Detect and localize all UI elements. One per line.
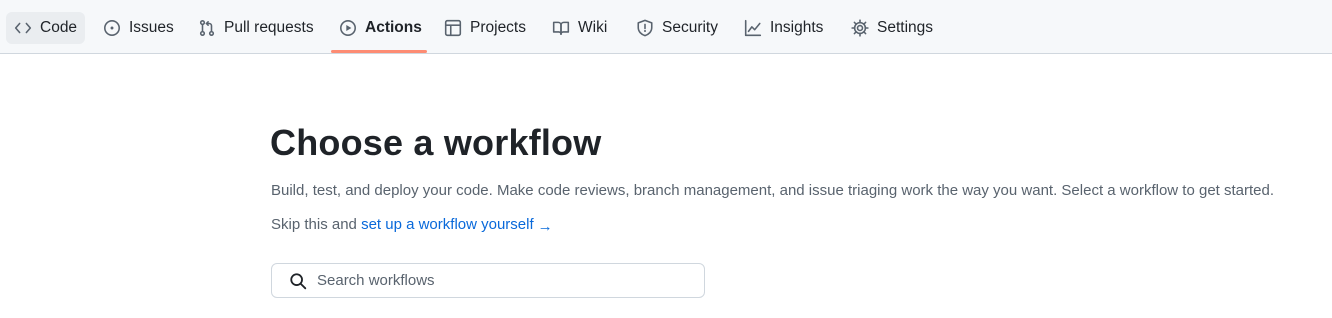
search-workflows-input[interactable] [317, 265, 697, 296]
tab-code[interactable]: Code [6, 12, 86, 44]
tab-projects[interactable]: Projects [436, 12, 534, 44]
search-icon [290, 272, 307, 289]
arrow-right-icon[interactable]: → [538, 218, 553, 235]
tab-projects-label: Projects [470, 19, 526, 36]
setup-workflow-yourself-link[interactable]: set up a workflow yourself [361, 216, 534, 233]
gear-icon [851, 19, 869, 37]
tab-settings-label: Settings [877, 19, 934, 36]
tab-wiki-label: Wiki [578, 19, 608, 36]
tab-pull-requests[interactable]: Pull requests [190, 12, 322, 44]
tab-wiki[interactable]: Wiki [544, 12, 615, 44]
search-workflows-box[interactable] [271, 263, 705, 298]
tab-pull-requests-label: Pull requests [224, 19, 314, 36]
tab-security[interactable]: Security [628, 12, 726, 44]
shield-icon [637, 19, 653, 37]
play-icon [340, 20, 356, 36]
book-icon [552, 21, 570, 35]
graph-icon [744, 19, 762, 37]
tab-code-label: Code [40, 19, 78, 36]
tab-issues[interactable]: Issues [95, 12, 182, 44]
tab-actions-label: Actions [365, 19, 422, 36]
code-icon [14, 22, 32, 34]
repository-navigation: Code Issues Pull requests Actions Projec… [0, 0, 1332, 54]
table-icon [444, 19, 462, 37]
tab-security-label: Security [662, 19, 718, 36]
git-pull-request-icon [199, 20, 215, 36]
skip-line: Skip this and set up a workflow yourself… [271, 216, 553, 235]
page-description: Build, test, and deploy your code. Make … [271, 182, 1275, 199]
tab-insights[interactable]: Insights [736, 12, 831, 44]
tab-actions[interactable]: Actions [331, 12, 430, 44]
tab-issues-label: Issues [129, 19, 174, 36]
skip-prefix: Skip this and [271, 216, 357, 233]
tab-settings[interactable]: Settings [843, 12, 941, 44]
page-title: Choose a workflow [270, 122, 602, 163]
tab-insights-label: Insights [770, 19, 824, 36]
active-tab-underline [331, 50, 427, 53]
issue-opened-icon [104, 20, 120, 36]
